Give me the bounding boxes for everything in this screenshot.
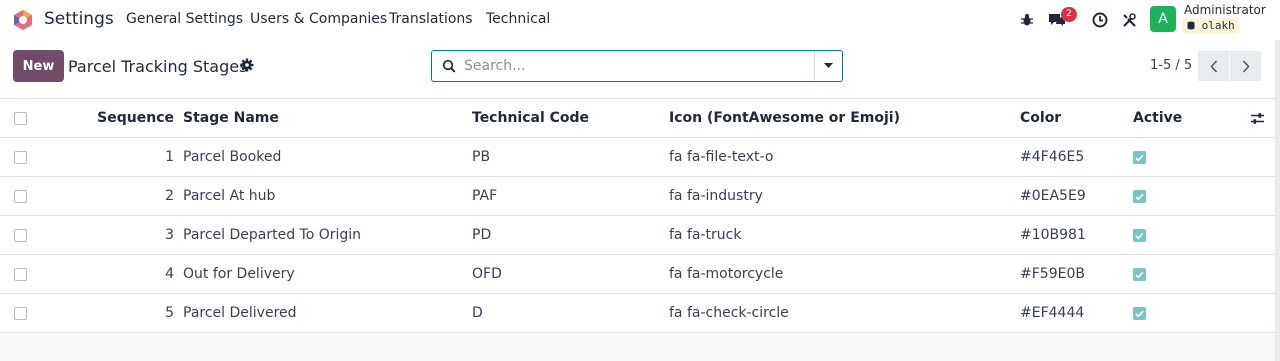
row-checkbox[interactable]	[14, 229, 27, 242]
column-header-icon[interactable]: Icon (FontAwesome or Emoji)	[669, 99, 900, 137]
chevron-right-icon	[1242, 59, 1250, 73]
pager-next-button[interactable]	[1230, 51, 1261, 81]
menu-technical[interactable]: Technical	[486, 11, 550, 27]
cell-color: #0EA5E9	[1020, 188, 1086, 204]
cell-icon-class: fa fa-file-text-o	[669, 149, 774, 165]
page-title: Parcel Tracking Stages	[68, 57, 248, 76]
list-footer-area	[0, 333, 1280, 361]
cell-icon-class: fa fa-industry	[669, 188, 763, 204]
bug-icon[interactable]	[1018, 11, 1036, 29]
cell-sequence: 3	[165, 227, 174, 243]
user-name[interactable]: Administrator	[1184, 3, 1266, 17]
cell-icon-class: fa fa-truck	[669, 227, 742, 243]
table-row[interactable]: 4 Out for Delivery OFD fa fa-motorcycle …	[0, 255, 1280, 294]
active-checkbox[interactable]	[1133, 151, 1146, 164]
cell-stage-name: Parcel At hub	[183, 188, 276, 204]
active-checkbox[interactable]	[1133, 268, 1146, 281]
table-row[interactable]: 2 Parcel At hub PAF fa fa-industry #0EA5…	[0, 177, 1280, 216]
chevron-left-icon	[1209, 59, 1217, 73]
search-input[interactable]	[464, 55, 804, 77]
scrollbar[interactable]	[1275, 40, 1280, 361]
new-button[interactable]: New	[13, 50, 64, 82]
cell-sequence: 1	[165, 149, 174, 165]
user-avatar[interactable]: A	[1150, 6, 1176, 32]
cell-technical-code: PAF	[472, 188, 498, 204]
cell-technical-code: OFD	[472, 266, 502, 282]
cell-technical-code: PB	[472, 149, 491, 165]
clock-icon[interactable]	[1091, 11, 1109, 29]
row-checkbox[interactable]	[14, 268, 27, 281]
app-name[interactable]: Settings	[44, 9, 114, 29]
cell-color: #10B981	[1020, 227, 1086, 243]
checkmark-icon	[1135, 154, 1144, 161]
message-count-badge: 2	[1061, 7, 1077, 22]
table-header: Sequence Stage Name Technical Code Icon …	[0, 98, 1280, 138]
cell-icon-class: fa fa-motorcycle	[669, 266, 784, 282]
cell-technical-code: D	[472, 305, 483, 321]
search-bar	[431, 50, 843, 82]
pager-value[interactable]: 1-5 / 5	[1150, 58, 1192, 73]
menu-general-settings[interactable]: General Settings	[126, 11, 243, 27]
column-header-color[interactable]: Color	[1020, 99, 1061, 137]
cell-technical-code: PD	[472, 227, 492, 243]
cell-icon-class: fa fa-check-circle	[669, 305, 789, 321]
cell-sequence: 2	[165, 188, 174, 204]
cell-sequence: 5	[165, 305, 174, 321]
stages-table: Sequence Stage Name Technical Code Icon …	[0, 98, 1280, 333]
table-row[interactable]: 5 Parcel Delivered D fa fa-check-circle …	[0, 294, 1280, 333]
menu-users-companies[interactable]: Users & Companies	[250, 11, 387, 27]
active-checkbox[interactable]	[1133, 229, 1146, 242]
row-checkbox[interactable]	[14, 190, 27, 203]
cell-color: #F59E0B	[1020, 266, 1085, 282]
cell-sequence: 4	[165, 266, 174, 282]
table-row[interactable]: 1 Parcel Booked PB fa fa-file-text-o #4F…	[0, 138, 1280, 177]
column-header-sequence[interactable]: Sequence	[97, 99, 174, 137]
column-header-stage-name[interactable]: Stage Name	[183, 99, 279, 137]
cell-stage-name: Parcel Booked	[183, 149, 282, 165]
top-navbar: Settings General Settings Users & Compan…	[0, 0, 1280, 40]
cell-color: #4F46E5	[1020, 149, 1085, 165]
column-header-technical-code[interactable]: Technical Code	[472, 99, 589, 137]
tools-icon[interactable]	[1120, 11, 1138, 29]
database-name: olakh	[1201, 19, 1235, 32]
cell-stage-name: Out for Delivery	[183, 266, 295, 282]
pager-previous-button[interactable]	[1198, 51, 1229, 81]
column-settings-icon[interactable]	[1250, 99, 1265, 137]
checkmark-icon	[1135, 232, 1144, 239]
row-checkbox[interactable]	[14, 307, 27, 320]
column-header-active[interactable]: Active	[1133, 99, 1182, 137]
checkmark-icon	[1135, 310, 1144, 317]
select-all-checkbox[interactable]	[14, 112, 27, 125]
menu-translations[interactable]: Translations	[389, 11, 473, 27]
table-row[interactable]: 3 Parcel Departed To Origin PD fa fa-tru…	[0, 216, 1280, 255]
database-icon	[1187, 21, 1195, 30]
gear-icon[interactable]	[240, 58, 254, 72]
active-checkbox[interactable]	[1133, 190, 1146, 203]
active-checkbox[interactable]	[1133, 307, 1146, 320]
cell-stage-name: Parcel Departed To Origin	[183, 227, 362, 243]
database-pill: olakh	[1182, 18, 1240, 34]
search-options-toggle[interactable]	[814, 51, 842, 81]
checkmark-icon	[1135, 271, 1144, 278]
row-checkbox[interactable]	[14, 151, 27, 164]
checkmark-icon	[1135, 193, 1144, 200]
cell-color: #EF4444	[1020, 305, 1085, 321]
search-icon	[442, 59, 456, 73]
cell-stage-name: Parcel Delivered	[183, 305, 297, 321]
caret-down-icon	[824, 63, 833, 68]
app-logo-icon[interactable]	[12, 9, 34, 31]
